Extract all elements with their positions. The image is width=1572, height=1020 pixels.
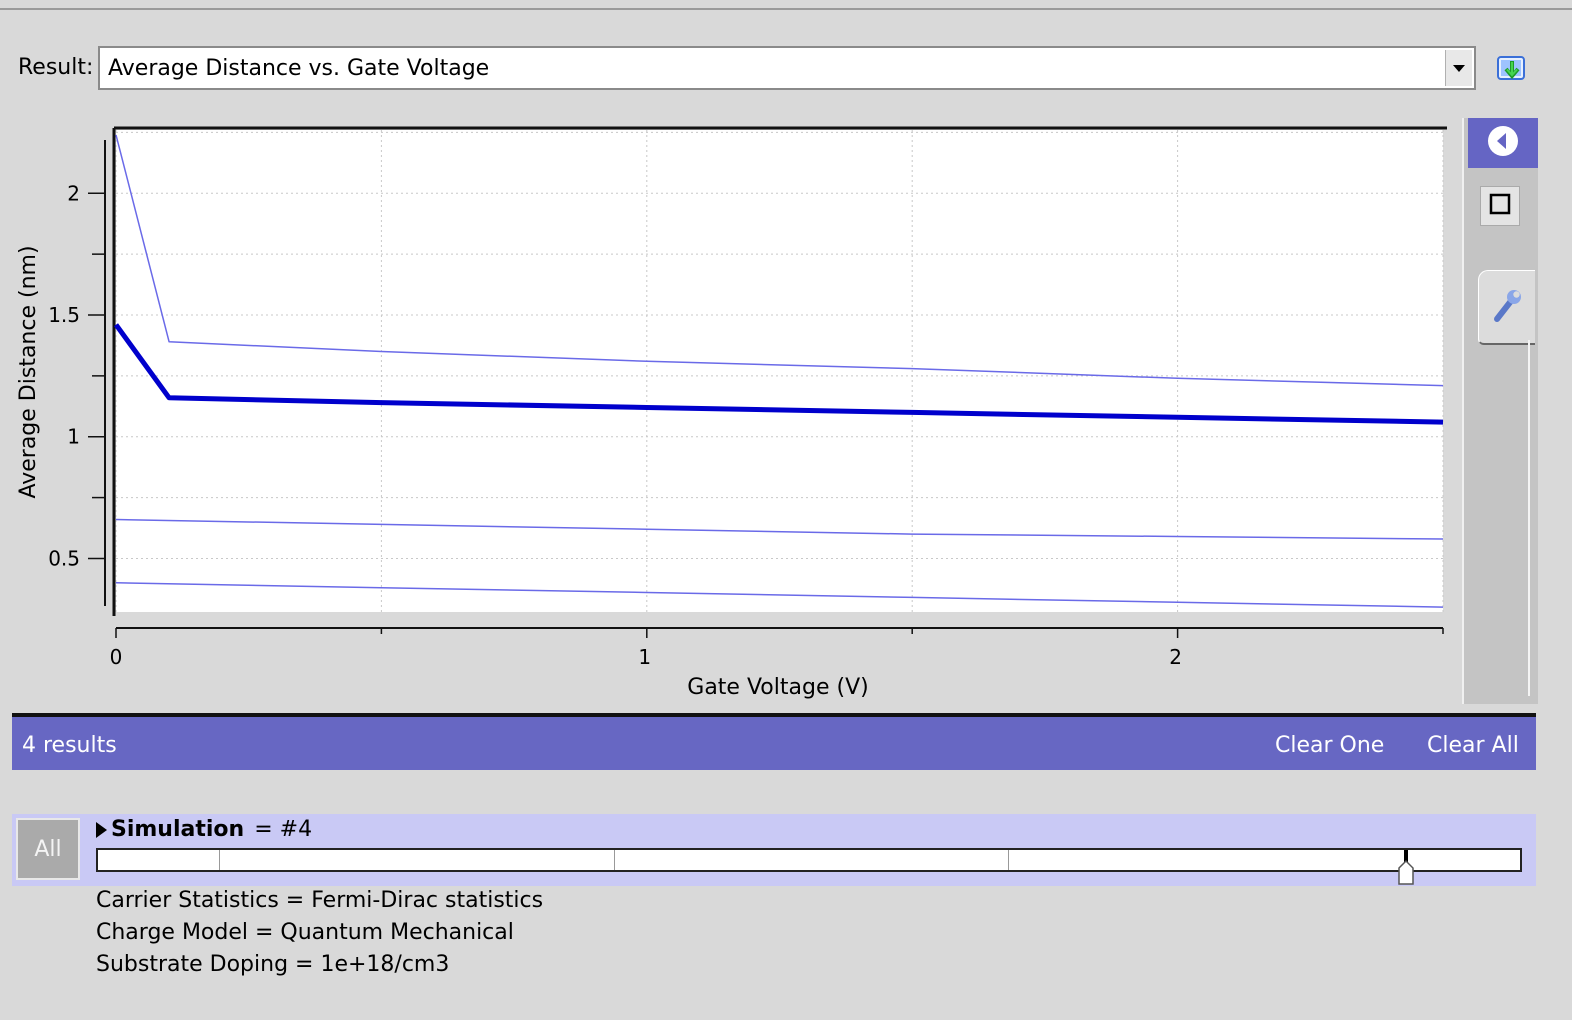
- results-bar: 4 results Clear One Clear All: [12, 717, 1536, 770]
- clear-one-button[interactable]: Clear One: [1275, 733, 1384, 758]
- slider-thumb[interactable]: [1397, 850, 1415, 888]
- clear-all-button[interactable]: Clear All: [1427, 733, 1519, 758]
- x-tick-label: 0: [110, 645, 123, 669]
- all-button[interactable]: All: [16, 818, 80, 880]
- result-dropdown[interactable]: Average Distance vs. Gate Voltage: [98, 46, 1476, 90]
- slider-tick: [1008, 850, 1010, 870]
- download-button[interactable]: [1494, 52, 1530, 88]
- toolbar-edge: [1528, 340, 1530, 696]
- top-divider: [0, 8, 1572, 10]
- y-tick-label: 0.5: [48, 546, 80, 570]
- simulation-panel: All Simulation = #4: [12, 814, 1536, 886]
- back-arrow-icon: [1486, 124, 1520, 162]
- download-icon: [1495, 51, 1529, 89]
- plot-background: [116, 130, 1443, 612]
- y-tick-label: 1.5: [48, 303, 80, 327]
- simulation-name: Simulation: [111, 817, 245, 842]
- wrench-icon: [1489, 285, 1525, 329]
- expand-triangle-icon[interactable]: [96, 821, 107, 838]
- simulation-slider[interactable]: [96, 848, 1522, 885]
- param-charge-model: Charge Model = Quantum Mechanical: [96, 920, 514, 945]
- slider-tick: [614, 850, 616, 870]
- square-icon: [1488, 192, 1512, 220]
- plot-area: 0.5 1 1.5 2 0 1 2 Gate Voltage (V) Average Dista…: [0, 100, 1462, 710]
- simulation-header[interactable]: Simulation = #4: [96, 817, 312, 842]
- y-tick-label: 1: [67, 425, 80, 449]
- simulation-value: = #4: [254, 817, 313, 842]
- zoom-reset-button[interactable]: [1480, 186, 1520, 226]
- line-chart: 0.5 1 1.5 2 0 1 2 Gate Voltage (V) Average Dista…: [16, 126, 1447, 700]
- result-label: Result:: [18, 55, 94, 80]
- back-button[interactable]: [1468, 118, 1538, 168]
- param-carrier-statistics: Carrier Statistics = Fermi-Dirac statist…: [96, 888, 544, 913]
- results-count: 4 results: [22, 733, 117, 758]
- settings-tab[interactable]: [1478, 270, 1535, 345]
- x-axis-label: Gate Voltage (V): [687, 675, 868, 700]
- side-toolbar: [1462, 118, 1538, 704]
- y-tick-label: 2: [67, 181, 80, 205]
- x-tick-label: 1: [638, 645, 651, 669]
- param-substrate-doping: Substrate Doping = 1e+18/cm3: [96, 952, 450, 977]
- slider-tick: [218, 850, 220, 870]
- x-tick-label: 2: [1169, 645, 1182, 669]
- result-dropdown-value: Average Distance vs. Gate Voltage: [108, 55, 490, 81]
- y-axis-label: Average Distance (nm): [16, 245, 41, 498]
- dropdown-arrow-icon[interactable]: [1445, 50, 1472, 86]
